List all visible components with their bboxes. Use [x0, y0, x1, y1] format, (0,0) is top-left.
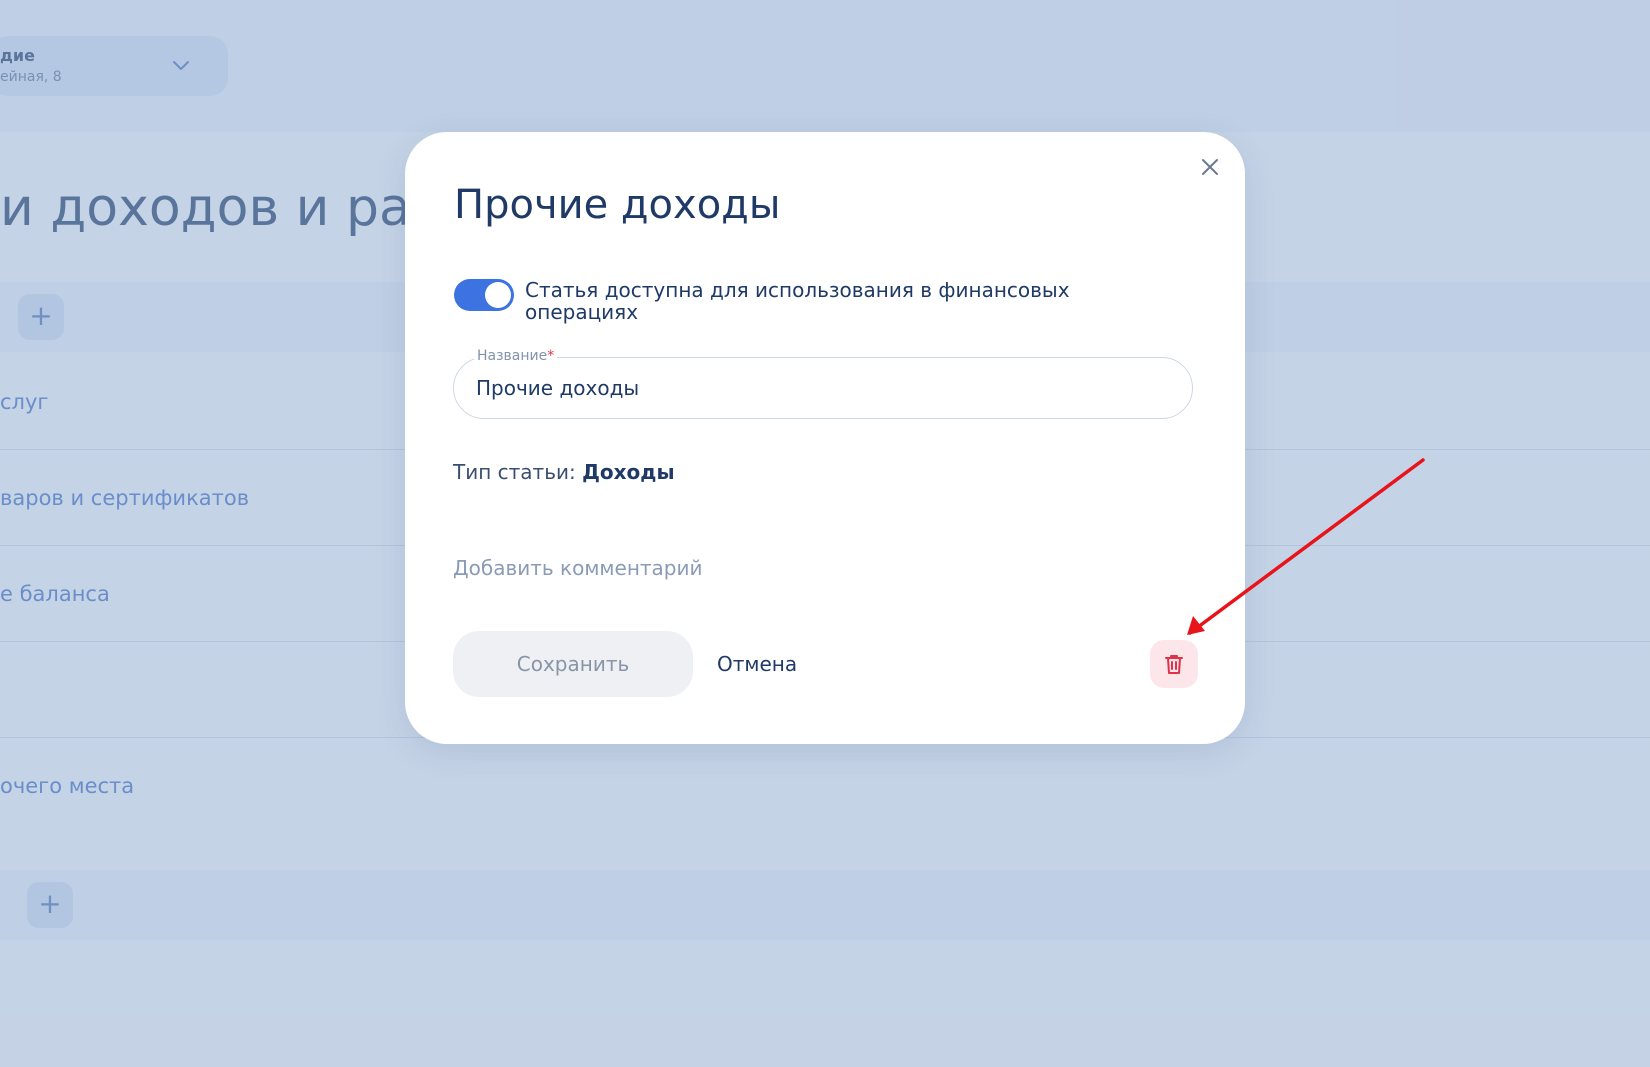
- required-mark: *: [547, 348, 555, 364]
- availability-toggle[interactable]: [454, 279, 514, 311]
- item-type-label: Тип статьи:: [453, 460, 576, 484]
- edit-item-dialog: Прочие доходы Статья доступна для исполь…: [405, 132, 1245, 744]
- name-field[interactable]: Название*: [453, 348, 1193, 419]
- toggle-label: Статья доступна для использования в фина…: [525, 278, 1070, 324]
- save-button[interactable]: Сохранить: [453, 631, 693, 697]
- name-field-label-wrap: Название*: [474, 348, 558, 364]
- add-comment-link[interactable]: Добавить комментарий: [453, 556, 703, 580]
- item-type-row: Тип статьи: Доходы: [453, 460, 675, 484]
- name-field-label: Название: [477, 348, 548, 364]
- trash-icon: [1165, 655, 1183, 674]
- item-type-value: Доходы: [582, 460, 675, 484]
- cancel-button[interactable]: Отмена: [717, 652, 797, 676]
- dialog-title: Прочие доходы: [454, 182, 781, 228]
- annotation-arrow: [1187, 458, 1425, 635]
- name-input[interactable]: [476, 374, 1156, 402]
- toggle-knob: [485, 282, 511, 308]
- close-icon[interactable]: [1197, 154, 1223, 180]
